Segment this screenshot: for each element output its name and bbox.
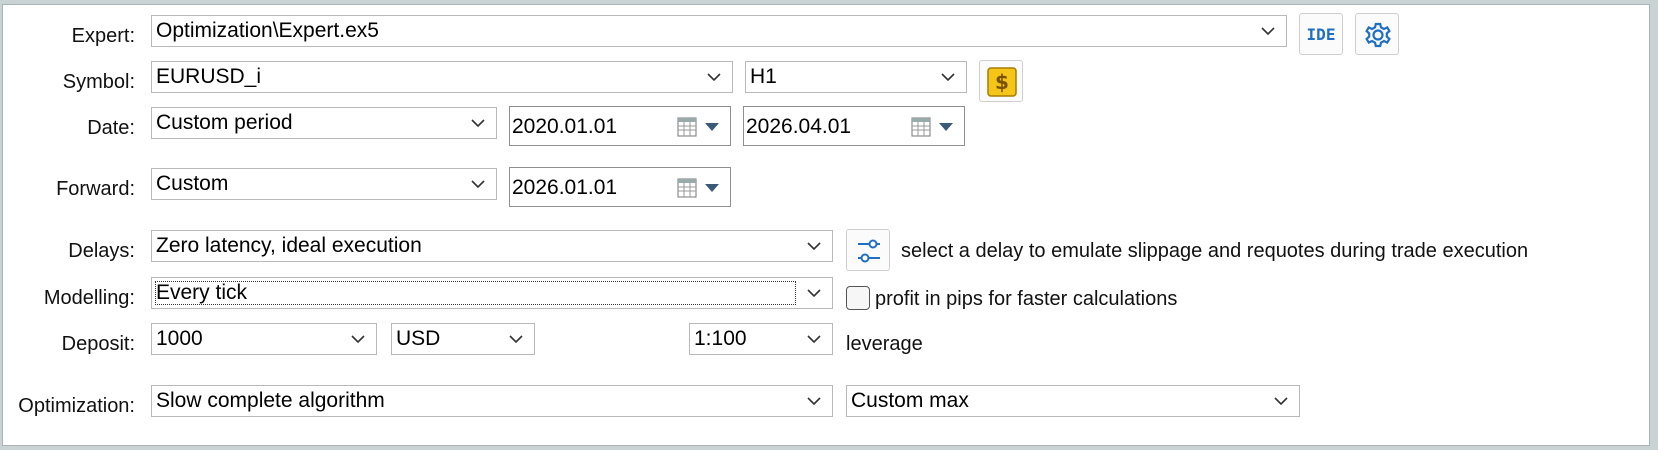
expert-settings-button[interactable] (1355, 13, 1399, 55)
date-to-picker[interactable]: 2026.04.01 (743, 106, 965, 146)
dollar-icon: $ (987, 67, 1017, 97)
chevron-down-icon (471, 180, 485, 189)
expert-label: Expert: (71, 25, 135, 47)
optimization-criterion-select[interactable]: Custom max (846, 385, 1300, 417)
date-label: Date: (87, 117, 135, 139)
timeframe-select[interactable]: H1 (745, 61, 967, 93)
delays-hint: select a delay to emulate slippage and r… (901, 240, 1529, 262)
chevron-down-icon (707, 73, 721, 82)
optimization-criterion-value: Custom max (851, 389, 969, 412)
modelling-label: Modelling: (43, 287, 135, 309)
chevron-down-icon (1274, 397, 1288, 406)
date-from-picker[interactable]: 2020.01.01 (509, 106, 731, 146)
deposit-label: Deposit: (61, 333, 135, 355)
delays-settings-button[interactable] (846, 229, 890, 271)
date-mode-value: Custom period (156, 111, 293, 134)
chevron-down-icon (807, 242, 821, 251)
forward-date-value: 2026.01.01 (512, 176, 618, 199)
chevron-down-icon (509, 335, 523, 344)
leverage-value: 1:100 (694, 327, 747, 350)
forward-mode-value: Custom (156, 172, 229, 195)
chevron-down-icon (807, 289, 821, 298)
dropdown-arrow-icon[interactable] (938, 122, 954, 132)
optimization-label: Optimization: (18, 395, 135, 417)
ide-button[interactable]: IDE (1299, 13, 1343, 55)
tester-settings-panel: Expert: Optimization\Expert.ex5 IDE Symb… (2, 4, 1650, 446)
leverage-label: leverage (846, 333, 923, 355)
forward-mode-select[interactable]: Custom (151, 168, 497, 200)
deposit-amount-value: 1000 (156, 327, 203, 350)
chevron-down-icon (351, 335, 365, 344)
chevron-down-icon (807, 335, 821, 344)
chevron-down-icon (471, 119, 485, 128)
delays-label: Delays: (68, 240, 135, 262)
calendar-icon (677, 117, 697, 137)
dropdown-arrow-icon[interactable] (704, 183, 720, 193)
focus-outline (155, 281, 796, 305)
forward-label: Forward: (56, 178, 135, 200)
gear-icon (1365, 22, 1391, 48)
expert-select[interactable]: Optimization\Expert.ex5 (151, 15, 1287, 47)
symbol-label: Symbol: (62, 71, 135, 93)
calendar-icon (677, 178, 697, 198)
modelling-value: Every tick (156, 281, 248, 304)
leverage-select[interactable]: 1:100 (689, 323, 833, 355)
optimization-algorithm-value: Slow complete algorithm (156, 389, 385, 412)
deposit-currency-select[interactable]: USD (391, 323, 535, 355)
timeframe-value: H1 (750, 65, 777, 88)
modelling-select[interactable]: Every tick (151, 277, 833, 309)
calendar-icon (911, 117, 931, 137)
date-to-value: 2026.04.01 (746, 115, 852, 138)
deposit-currency-value: USD (396, 327, 441, 350)
sliders-icon (858, 239, 880, 263)
profit-in-pips-label[interactable]: profit in pips for faster calculations (875, 288, 1177, 311)
ide-icon: IDE (1306, 25, 1336, 44)
chevron-down-icon (807, 397, 821, 406)
chevron-down-icon (1261, 27, 1275, 36)
forward-date-picker[interactable]: 2026.01.01 (509, 167, 731, 207)
symbol-value: EURUSD_i (156, 65, 262, 88)
delays-select[interactable]: Zero latency, ideal execution (151, 230, 833, 262)
dropdown-arrow-icon[interactable] (704, 122, 720, 132)
svg-text:$: $ (995, 70, 1009, 94)
chevron-down-icon (941, 73, 955, 82)
delays-value: Zero latency, ideal execution (156, 234, 422, 257)
symbol-spec-button[interactable]: $ (979, 60, 1023, 102)
date-mode-select[interactable]: Custom period (151, 107, 497, 139)
profit-in-pips-checkbox[interactable] (846, 286, 870, 310)
date-from-value: 2020.01.01 (512, 115, 618, 138)
expert-value: Optimization\Expert.ex5 (156, 19, 379, 42)
optimization-algorithm-select[interactable]: Slow complete algorithm (151, 385, 833, 417)
deposit-amount-select[interactable]: 1000 (151, 323, 377, 355)
symbol-select[interactable]: EURUSD_i (151, 61, 733, 93)
